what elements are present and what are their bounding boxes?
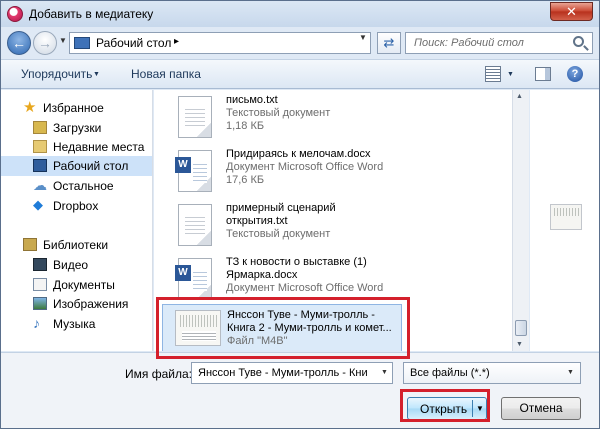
sidebar-item-video[interactable]: Видео: [1, 255, 152, 275]
file-type: Текстовый документ: [226, 228, 331, 240]
images-library-icon: [33, 297, 47, 310]
sidebar-item-desktop[interactable]: Рабочий стол: [1, 156, 152, 176]
word-document-icon: [175, 258, 212, 300]
music-library-icon: ♪: [33, 315, 40, 331]
file-name-line2: открытия.txt: [226, 215, 288, 227]
file-name-line2: Ярмарка.docx: [226, 269, 298, 281]
view-caret-icon[interactable]: ▼: [507, 71, 514, 78]
search-icon: [573, 36, 584, 47]
file-name: письмо.txt: [226, 94, 278, 106]
preview-pane: [530, 90, 599, 351]
selected-file-highlight-frame: [156, 297, 410, 359]
filename-field[interactable]: Янссон Туве - Муми-тролль - Кни: [191, 362, 393, 384]
sidebar-item-label: Загрузки: [53, 121, 102, 135]
sidebar-item-images[interactable]: Изображения: [1, 294, 152, 314]
window-title: Добавить в медиатеку: [29, 7, 154, 21]
sidebar-item-label: Dropbox: [53, 199, 99, 213]
sidebar-item-dropbox[interactable]: ◆ Dropbox: [1, 196, 152, 216]
file-name: примерный сценарий: [226, 202, 336, 214]
sidebar-item-label: Документы: [53, 278, 115, 292]
file-size: 17,6 КБ: [226, 174, 265, 186]
sidebar-item-label: Изображения: [53, 297, 129, 311]
scroll-down-icon[interactable]: ▼: [516, 341, 523, 348]
forward-button[interactable]: →: [33, 31, 57, 55]
command-toolbar: Упорядочить ▼ Новая папка ▼ ?: [1, 59, 599, 89]
file-name: Придираясь к мелочам.docx: [226, 148, 371, 160]
sidebar-item-label: Видео: [53, 258, 89, 272]
word-document-icon: [175, 150, 212, 192]
search-input[interactable]: Поиск: Рабочий стол: [405, 32, 593, 54]
sidebar-item-downloads[interactable]: Загрузки: [1, 118, 152, 138]
downloads-folder-icon: [33, 121, 47, 134]
sidebar-item-music[interactable]: ♪ Музыка: [1, 314, 152, 334]
sidebar-item-label: Остальное: [53, 179, 114, 193]
scroll-up-icon[interactable]: ▲: [516, 93, 523, 100]
cloud-icon: ☁: [33, 177, 47, 193]
file-name: ТЗ к новости о выставке (1): [226, 256, 367, 268]
view-options-icon[interactable]: [485, 66, 501, 82]
file-item-letter[interactable]: письмо.txt Текстовый документ 1,18 КБ: [164, 92, 504, 144]
sidebar-item-recent-places[interactable]: Недавние места: [1, 137, 152, 157]
preview-cover-image: [550, 204, 582, 230]
address-bar[interactable]: Рабочий стол ▸: [69, 32, 371, 54]
sidebar-item-label: Избранное: [43, 101, 104, 115]
organize-button[interactable]: Упорядочить: [21, 67, 92, 81]
file-list-scrollbar[interactable]: ▲ ▼: [512, 90, 529, 351]
recent-places-icon: [33, 140, 47, 153]
filter-dropdown-icon[interactable]: ▼: [567, 369, 574, 376]
sidebar-item-libraries[interactable]: Библиотеки: [1, 235, 152, 255]
bottom-panel: Имя файла: Янссон Туве - Муми-тролль - К…: [1, 352, 599, 428]
documents-library-icon: [33, 278, 47, 291]
dropbox-icon: ◆: [33, 197, 43, 212]
search-placeholder: Поиск: Рабочий стол: [414, 37, 524, 49]
file-item-nitpicking-docx[interactable]: Придираясь к мелочам.docx Документ Micro…: [164, 146, 504, 198]
text-file-icon: [178, 204, 212, 246]
file-type: Документ Microsoft Office Word: [226, 161, 384, 173]
file-type: Текстовый документ: [226, 107, 331, 119]
video-library-icon: [33, 258, 47, 271]
recent-pages-dropdown[interactable]: ▼: [59, 36, 67, 45]
breadcrumb-chevron-icon[interactable]: ▸: [174, 36, 179, 47]
filename-dropdown-icon[interactable]: ▼: [381, 369, 388, 376]
refresh-button[interactable]: ⇄: [377, 32, 401, 54]
address-row: ← → ▼ Рабочий стол ▸ ▼ ⇄ Поиск: Рабочий …: [1, 27, 599, 59]
itunes-icon: [7, 6, 23, 22]
file-type-filter[interactable]: Все файлы (*.*): [403, 362, 581, 384]
sidebar-item-documents[interactable]: Документы: [1, 275, 152, 295]
close-button[interactable]: ✕: [550, 2, 593, 21]
breadcrumb-desktop[interactable]: Рабочий стол: [96, 36, 171, 50]
file-size: 1,18 КБ: [226, 120, 265, 132]
scrollbar-thumb[interactable]: [515, 320, 527, 336]
sidebar-item-favorites[interactable]: ★ Избранное: [1, 98, 152, 118]
address-history-dropdown[interactable]: ▼: [359, 33, 367, 42]
preview-pane-icon[interactable]: [535, 67, 551, 81]
sidebar-item-label: Библиотеки: [43, 238, 109, 252]
file-type: Документ Microsoft Office Word: [226, 282, 384, 294]
sidebar-item-label: Рабочий стол: [53, 159, 129, 173]
desktop-icon: [33, 159, 47, 172]
filename-label: Имя файла:: [125, 367, 192, 381]
file-item-scenario-txt[interactable]: примерный сценарий открытия.txt Текстовы…: [164, 200, 504, 252]
desktop-folder-icon: [74, 37, 90, 49]
sidebar-item-label: Музыка: [53, 317, 96, 331]
open-button-highlight-frame: [400, 389, 490, 422]
sidebar-item-label: Недавние места: [53, 140, 145, 154]
star-icon: ★: [23, 99, 37, 116]
title-bar: Добавить в медиатеку ✕: [1, 1, 599, 27]
dialog-window: Добавить в медиатеку ✕ ← → ▼ Рабочий сто…: [0, 0, 600, 429]
new-folder-button[interactable]: Новая папка: [131, 67, 201, 81]
back-button[interactable]: ←: [7, 31, 31, 55]
organize-caret-icon[interactable]: ▼: [93, 71, 100, 78]
help-icon[interactable]: ?: [567, 66, 583, 82]
libraries-icon: [23, 238, 37, 251]
sidebar-item-other[interactable]: ☁ Остальное: [1, 176, 152, 196]
cancel-button[interactable]: Отмена: [501, 397, 581, 420]
navigation-pane: ★ Избранное Загрузки Недавние места Рабо…: [1, 90, 153, 351]
text-file-icon: [178, 96, 212, 138]
